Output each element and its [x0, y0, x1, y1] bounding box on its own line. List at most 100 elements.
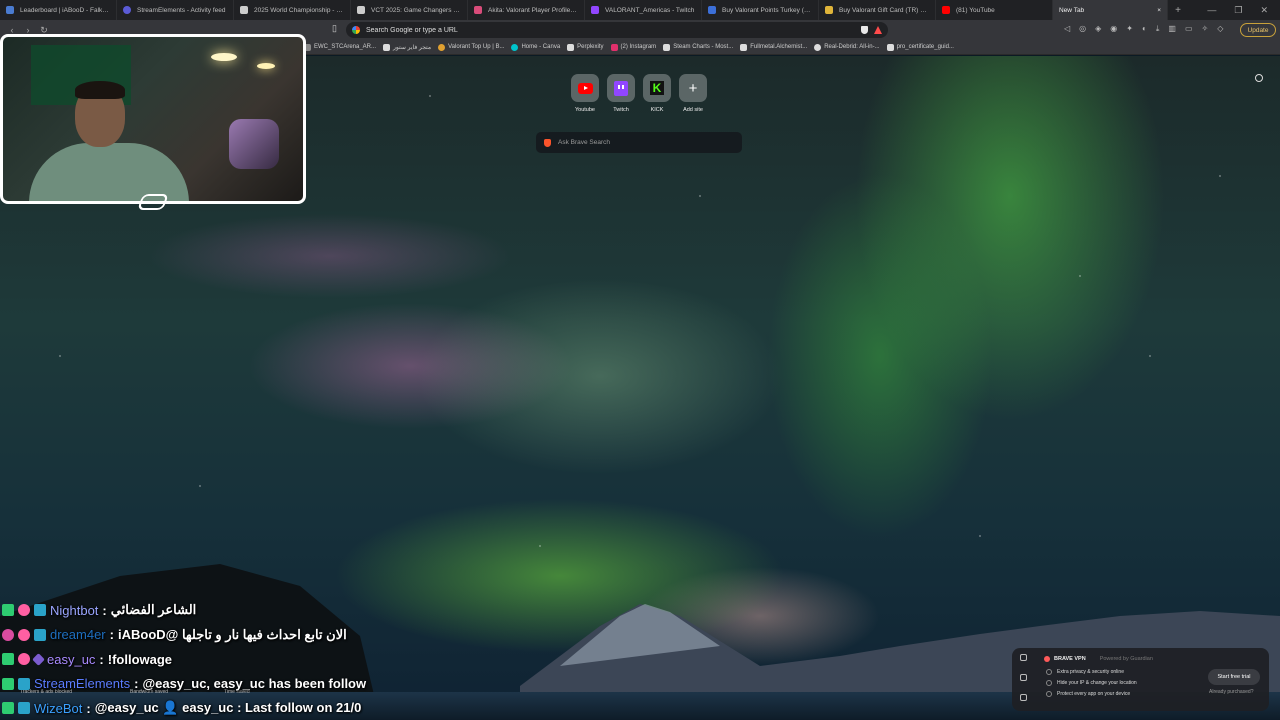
bookmark-item[interactable]: Steam Charts - Most...: [663, 43, 734, 51]
mod-badge-icon: [34, 604, 46, 617]
tab-favicon: [6, 6, 14, 14]
bookmark-item[interactable]: (2) Instagram: [610, 43, 657, 51]
verified-badge-icon: [2, 653, 14, 666]
tab[interactable]: 2025 World Championship - Liquip: [234, 0, 351, 20]
vpn-icon[interactable]: ◇: [1217, 24, 1223, 34]
kick-icon: K: [650, 81, 664, 95]
brave-rewards-icon[interactable]: [874, 26, 882, 34]
chat-text: @easy_uc, easy_uc has been follow: [142, 676, 367, 692]
close-window-icon[interactable]: ✕: [1260, 5, 1268, 16]
brave-search-box[interactable]: [536, 132, 742, 153]
tab-active-new-tab[interactable]: New Tab ×: [1053, 0, 1168, 20]
bookmark-item[interactable]: pro_certificate_guid...: [886, 43, 954, 51]
tab-close-icon[interactable]: ×: [1157, 7, 1161, 14]
extension-icon[interactable]: ◎: [1079, 24, 1086, 34]
tab-label: VCT 2025: Game Changers Pacific: [371, 6, 461, 14]
add-site-button[interactable]: + Add site: [679, 74, 707, 113]
ceiling-light: [211, 53, 237, 61]
youtube-icon: [577, 82, 593, 94]
top-site-twitch[interactable]: Twitch: [607, 74, 635, 113]
vpn-features: Extra privacy & security online Hide you…: [1046, 669, 1137, 697]
bookmark-label: Perplexity: [577, 44, 604, 50]
tab[interactable]: VCT 2025: Game Changers Pacific: [351, 0, 468, 20]
extension-icon[interactable]: ◐: [1142, 24, 1147, 34]
mod-badge-icon: [18, 677, 30, 690]
chat-message: WizeBot : @easy_uc 👤 easy_uc : Last foll…: [2, 696, 372, 720]
tab-strip: Leaderboard | iABooD - Falkorie StreamEl…: [0, 0, 1280, 20]
tab-favicon: [240, 6, 248, 14]
leo-icon[interactable]: ✧: [1202, 24, 1209, 34]
brave-search-input[interactable]: [558, 139, 728, 146]
tab[interactable]: StreamElements - Activity feed: [117, 0, 234, 20]
twitch-icon: [614, 80, 628, 96]
vpn-side-icons: [1020, 654, 1027, 701]
verified-badge-icon: [2, 604, 14, 617]
puzzle-icon[interactable]: ✦: [1126, 24, 1133, 34]
already-purchased-link[interactable]: Already purchased?: [1209, 689, 1253, 695]
mute-icon[interactable]: ◁: [1064, 24, 1070, 34]
bookmark-item[interactable]: Perplexity: [567, 43, 604, 51]
chat-message: Nightbot : الشاعر الفضائي: [2, 598, 372, 623]
bookmark-item[interactable]: Valorant Top Up | B...: [438, 43, 504, 51]
brave-vpn-logo-icon: [1044, 656, 1050, 662]
new-tab-plus-icon[interactable]: +: [1168, 5, 1188, 16]
tab[interactable]: (81) YouTube: [936, 0, 1053, 20]
star-badge-icon: [32, 652, 45, 666]
mod-badge-icon: [34, 628, 46, 641]
tab-label: Buy Valorant Points Turkey (VP) -: [722, 6, 812, 14]
bookmark-favicon: [814, 43, 822, 51]
chat-separator: :: [99, 651, 104, 667]
chat-message: dream4er : الان تابع احداث فيها نار و تا…: [2, 623, 372, 648]
tab[interactable]: VALORANT_Americas - Twitch: [585, 0, 702, 20]
vpn-title-row: BRAVE VPN Powered by Guardian: [1044, 656, 1153, 662]
vpn-powered-by: Powered by Guardian: [1099, 656, 1153, 662]
verified-badge-icon: [2, 702, 14, 715]
tab-favicon: [942, 6, 950, 14]
bookmark-item[interactable]: EWC_STCArena_AR...: [304, 43, 376, 51]
tab[interactable]: Buy Valorant Points Turkey (VP) -: [702, 0, 819, 20]
sidebar-icon[interactable]: ▥: [1168, 24, 1176, 34]
tab-favicon: [708, 6, 716, 14]
ceiling-light: [257, 63, 275, 69]
omnibox[interactable]: [346, 22, 888, 38]
maximize-icon[interactable]: ❐: [1234, 5, 1242, 16]
minimize-icon[interactable]: —: [1207, 5, 1216, 16]
tab-label: Leaderboard | iABooD - Falkorie: [20, 6, 110, 14]
address-input[interactable]: [366, 26, 836, 34]
vpn-shield-icon[interactable]: [1020, 654, 1027, 661]
warning-icon[interactable]: [1020, 674, 1027, 681]
streamer-hair: [75, 81, 125, 99]
top-site-kick[interactable]: K KICK: [643, 74, 671, 113]
bookmark-item[interactable]: Real-Debrid: All-in-...: [814, 43, 880, 51]
wallet-icon[interactable]: ▭: [1185, 24, 1193, 34]
customize-gear-icon[interactable]: [1255, 74, 1263, 82]
bookmark-item[interactable]: Home - Canva: [511, 43, 560, 51]
chat-separator: :: [134, 676, 139, 692]
top-site-tile: [607, 74, 635, 102]
tab[interactable]: Leaderboard | iABooD - Falkorie: [0, 0, 117, 20]
brave-shields-icon[interactable]: [861, 26, 868, 34]
card-icon[interactable]: [1020, 694, 1027, 701]
top-site-label: Twitch: [613, 107, 629, 113]
update-button[interactable]: Update: [1240, 23, 1276, 37]
tab[interactable]: Buy Valorant Gift Card (TR) Online: [819, 0, 936, 20]
top-site-youtube[interactable]: Youtube: [571, 74, 599, 113]
extension-icon[interactable]: ◉: [1110, 24, 1117, 34]
sub-badge-icon: [18, 604, 30, 617]
bookmark-icon[interactable]: ▯: [332, 23, 337, 34]
extension-icon[interactable]: ◈: [1095, 24, 1101, 34]
bookmark-favicon: [567, 43, 575, 51]
download-icon[interactable]: ⤓: [1156, 24, 1160, 34]
chat-username: dream4er: [50, 627, 106, 643]
chat-message: easy_uc : !followage: [2, 647, 372, 672]
start-free-trial-button[interactable]: Start free trial: [1208, 669, 1260, 685]
bookmark-label: Steam Charts - Most...: [673, 44, 734, 50]
bookmark-item[interactable]: Fullmetal.Alchemist...: [740, 43, 807, 51]
chat-text: الان تابع احداث فيها نار و تاجلها @iABoo…: [117, 626, 347, 642]
tab[interactable]: Akita: Valorant Player Profile | VLR: [468, 0, 585, 20]
bookmark-item[interactable]: متجر فاير ستور: [383, 43, 431, 51]
brave-lion-icon: [544, 138, 551, 147]
bookmark-label: (2) Instagram: [620, 44, 657, 50]
stream-chat: Nightbot : الشاعر الفضائي dream4er : الا…: [2, 598, 372, 720]
tab-label: VALORANT_Americas - Twitch: [605, 6, 695, 14]
